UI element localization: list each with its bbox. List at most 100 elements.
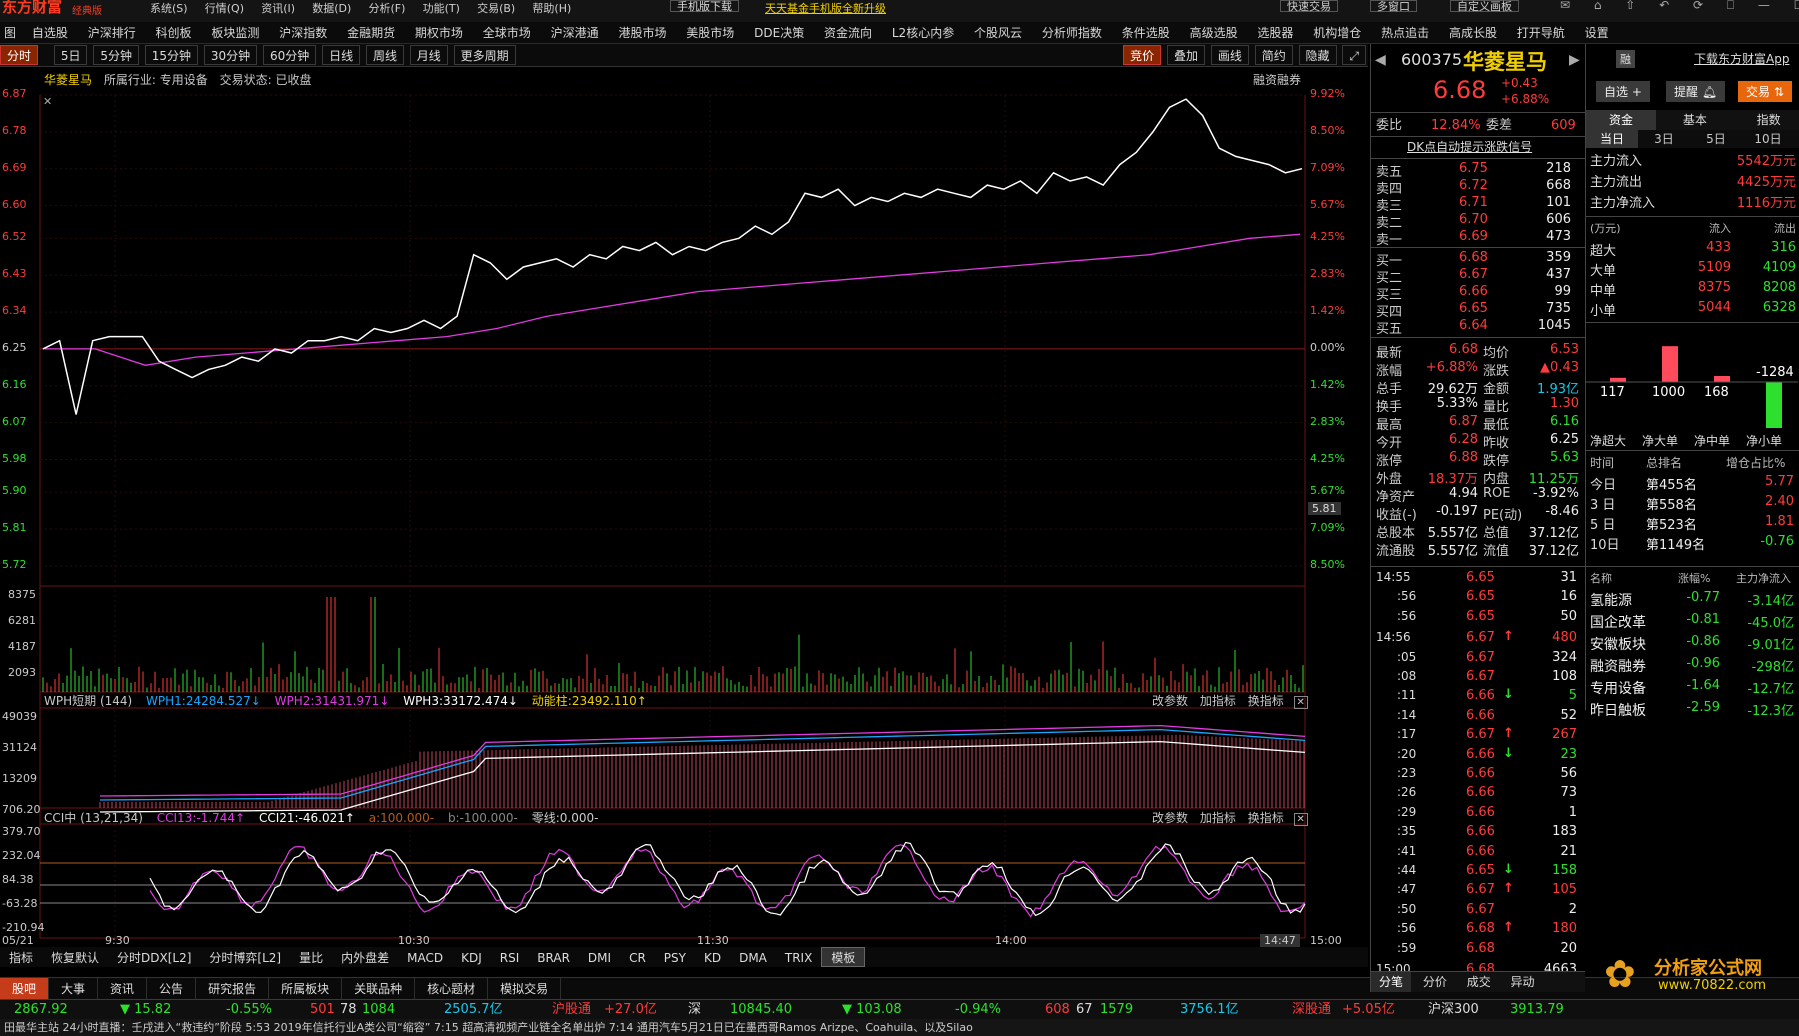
nav-item-sector-monitor[interactable]: 板块监测 [203, 22, 267, 44]
bid-price[interactable]: 6.64 [1459, 318, 1488, 333]
tab-anomaly[interactable]: 异动 [1503, 972, 1543, 992]
sector-name[interactable]: 专用设备 [1590, 678, 1646, 698]
close-overlay-icon[interactable]: ✕ [43, 95, 52, 108]
nav-item-dde[interactable]: DDE决策 [746, 22, 812, 44]
sz-index[interactable]: 10845.40 [730, 1000, 792, 1020]
period-30min[interactable]: 30分钟 [203, 45, 258, 65]
tab-ticks[interactable]: 分笔 [1371, 972, 1412, 992]
nav-item-us[interactable]: 美股市场 [678, 22, 742, 44]
period-week[interactable]: 周线 [365, 45, 404, 65]
nav-item-settings[interactable]: 设置 [1577, 22, 1617, 44]
nav-item-analyst[interactable]: 分析师指数 [1034, 22, 1110, 44]
download-app-link[interactable]: 下载东方财富App [1694, 50, 1789, 67]
period-more[interactable]: 更多周期 [453, 45, 516, 65]
bid-price[interactable]: 6.65 [1459, 301, 1488, 316]
promo-mobile-download[interactable]: 手机版下载 [670, 0, 739, 12]
bottom-tab[interactable]: 股吧 [0, 978, 50, 1000]
tool-auction[interactable]: 竞价 [1123, 45, 1162, 65]
indicator-tab[interactable]: KDJ [452, 948, 491, 968]
nav-item-graph[interactable]: 图 [0, 22, 20, 44]
tab-trades[interactable]: 成交 [1459, 972, 1499, 992]
menu-item-data[interactable]: 数据(D) [312, 2, 351, 15]
bottom-tab[interactable]: 研究报告 [196, 978, 270, 1000]
ask-price[interactable]: 6.70 [1459, 212, 1488, 227]
nav-item-index[interactable]: 沪深指数 [271, 22, 335, 44]
indicator-tab[interactable]: 量比 [290, 948, 332, 968]
cci-switch-indicator[interactable]: 换指标 [1248, 811, 1284, 825]
sector-name[interactable]: 国企改革 [1590, 612, 1646, 632]
sector-name[interactable]: 融资融券 [1590, 656, 1646, 676]
ask-price[interactable]: 6.71 [1459, 195, 1488, 210]
nav-item-institution[interactable]: 机构增仓 [1305, 22, 1369, 44]
add-watchlist-button[interactable]: 自选 + [1596, 81, 1650, 102]
tool-overlay[interactable]: 叠加 [1167, 45, 1206, 65]
indicator-tab[interactable]: 恢复默认 [42, 948, 108, 968]
wph-close-icon[interactable]: ✕ [1293, 696, 1308, 709]
fullscreen-icon[interactable]: ⤢ [1342, 45, 1366, 65]
nav-item-connect[interactable]: 沪深港通 [543, 22, 607, 44]
cci-close-icon[interactable]: ✕ [1293, 813, 1308, 826]
bottom-tab[interactable]: 所属板块 [269, 978, 343, 1000]
menu-item-info[interactable]: 资讯(I) [261, 2, 295, 15]
menu-item-system[interactable]: 系统(S) [150, 2, 188, 15]
indicator-tab[interactable]: TRIX [776, 948, 821, 968]
indicator-tab[interactable]: MACD [398, 948, 452, 968]
indicator-tab[interactable]: 内外盘差 [332, 948, 398, 968]
bid-price[interactable]: 6.67 [1459, 267, 1488, 282]
prev-stock-icon[interactable]: ◀ [1375, 52, 1386, 68]
subtab-today[interactable]: 当日 [1586, 130, 1638, 148]
nav-item-options[interactable]: 期权市场 [407, 22, 471, 44]
indicator-tab[interactable]: KD [695, 948, 730, 968]
intraday-chart-area[interactable]: 华菱星马 所属行业: 专用设备 交易状态: 已收盘 融资融券 ✕ 6.87 6.7… [0, 68, 1368, 967]
nav-item-watchlist[interactable]: 自选股 [24, 22, 76, 44]
indicator-tab[interactable]: DMA [730, 948, 776, 968]
nav-item-stock-wind[interactable]: 个股风云 [966, 22, 1030, 44]
period-15min[interactable]: 15分钟 [144, 45, 199, 65]
period-5min[interactable]: 5分钟 [93, 45, 139, 65]
nav-item-ranking[interactable]: 沪深排行 [80, 22, 144, 44]
menu-item-analysis[interactable]: 分析(F) [368, 2, 405, 15]
bottom-tab[interactable]: 核心题材 [415, 978, 489, 1000]
bottom-tab[interactable]: 关联品种 [342, 978, 416, 1000]
tab-fund[interactable]: 资金 [1586, 110, 1656, 130]
trade-button[interactable]: 交易 ⇅ [1738, 81, 1792, 102]
bottom-tab[interactable]: 资讯 [98, 978, 148, 1000]
sector-name[interactable]: 昨日触板 [1590, 700, 1646, 720]
nav-item-condition[interactable]: 条件选股 [1114, 22, 1178, 44]
custom-panel-button[interactable]: 自定义画板 [1450, 0, 1519, 12]
bid-price[interactable]: 6.66 [1459, 284, 1488, 299]
next-stock-icon[interactable]: ▶ [1569, 52, 1580, 68]
window-controls-icon[interactable]: ✉ ⌂ ⇧ ↶ ⟳ ⎕ — ☐ ✕ [1560, 0, 1799, 13]
indicator-tab[interactable]: PSY [655, 948, 695, 968]
nav-item-star-market[interactable]: 科创板 [148, 22, 200, 44]
alert-button[interactable]: 提醒 🔔︎ [1666, 81, 1726, 102]
nav-item-fund-flow[interactable]: 资金流向 [816, 22, 880, 44]
bid-price[interactable]: 6.68 [1459, 250, 1488, 265]
ask-price[interactable]: 6.72 [1459, 178, 1488, 193]
cci-add-indicator[interactable]: 加指标 [1200, 811, 1236, 825]
tool-draw[interactable]: 画线 [1210, 45, 1249, 65]
ask-price[interactable]: 6.69 [1459, 229, 1488, 244]
bottom-tab[interactable]: 模拟交易 [488, 978, 562, 1000]
subtab-5day[interactable]: 5日 [1690, 130, 1742, 148]
nav-item-advanced[interactable]: 高级选股 [1182, 22, 1246, 44]
period-intraday[interactable]: 分时 [0, 45, 39, 65]
wph-switch-indicator[interactable]: 换指标 [1248, 694, 1284, 708]
tool-hide[interactable]: 隐藏 [1298, 45, 1337, 65]
period-5day[interactable]: 5日 [53, 45, 88, 65]
subtab-3day[interactable]: 3日 [1638, 130, 1690, 148]
dk-signal-link[interactable]: DK点自动提示涨跌信号 [1407, 139, 1532, 156]
tab-price-dist[interactable]: 分价 [1415, 972, 1455, 992]
tool-simple[interactable]: 简约 [1254, 45, 1293, 65]
quick-trade-button[interactable]: 快速交易 [1280, 0, 1338, 12]
indicator-tab[interactable]: CR [620, 948, 655, 968]
bottom-tab[interactable]: 公告 [147, 978, 197, 1000]
sector-name[interactable]: 氢能源 [1590, 590, 1632, 610]
bottom-tab[interactable]: 大事 [49, 978, 99, 1000]
menu-item-help[interactable]: 帮助(H) [532, 2, 571, 15]
nav-item-global[interactable]: 全球市场 [475, 22, 539, 44]
menu-item-function[interactable]: 功能(T) [423, 2, 460, 15]
nav-item-l2[interactable]: L2核心内参 [884, 22, 962, 44]
nav-item-hk[interactable]: 港股市场 [610, 22, 674, 44]
wph-add-indicator[interactable]: 加指标 [1200, 694, 1236, 708]
